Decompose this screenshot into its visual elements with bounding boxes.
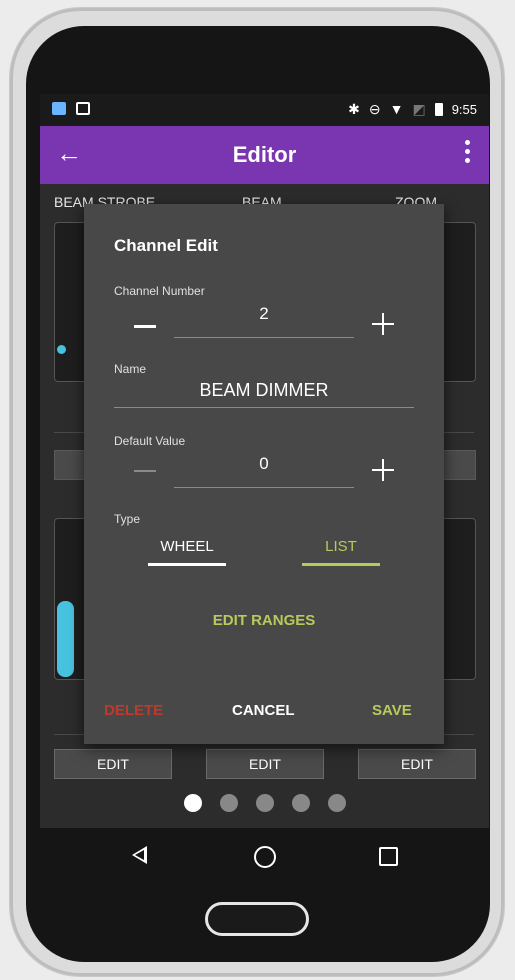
home-icon[interactable] [254, 846, 276, 868]
bluetooth-icon: ✱ [348, 101, 360, 117]
page-dot-active[interactable] [183, 794, 202, 812]
plus-icon[interactable] [372, 459, 394, 481]
no-sim-icon: ◩ [412, 101, 426, 117]
minus-icon[interactable] [134, 470, 156, 472]
edit-button[interactable]: EDIT [206, 749, 324, 779]
slider-zoom-2[interactable] [440, 518, 476, 680]
status-bar: ✱ ⊖ ▼ ◩ 9:55 [40, 94, 489, 126]
edit-button-hidden[interactable] [440, 450, 476, 480]
edit-button[interactable]: EDIT [54, 749, 172, 779]
name-field[interactable]: BEAM DIMMER [114, 380, 414, 401]
default-value-underline [174, 487, 354, 488]
page-dot[interactable] [327, 794, 346, 812]
page-title: Editor [232, 142, 297, 167]
delete-button[interactable]: DELETE [104, 702, 163, 719]
image-icon [76, 102, 90, 115]
channel-number-label: Channel Number [114, 284, 205, 298]
type-list-indicator [302, 563, 380, 566]
name-underline [114, 407, 414, 408]
name-label: Name [114, 362, 147, 376]
plus-icon[interactable] [372, 313, 394, 335]
more-vert-icon[interactable] [465, 140, 471, 167]
minus-icon[interactable] [134, 325, 156, 328]
channel-edit-dialog: Channel Edit Channel Number 2 Name BEAM … [84, 204, 444, 744]
physical-home-button[interactable] [205, 902, 309, 936]
slider-handle[interactable] [57, 601, 74, 677]
type-wheel-indicator [148, 563, 226, 566]
page-dot[interactable] [291, 794, 310, 812]
slider-handle[interactable] [57, 345, 66, 354]
slider-zoom[interactable] [440, 222, 476, 382]
page-dot[interactable] [219, 794, 238, 812]
page-dot[interactable] [255, 794, 274, 812]
default-value-field[interactable]: 0 [174, 454, 354, 474]
type-label: Type [114, 512, 141, 526]
type-option-list[interactable]: LIST [302, 538, 380, 555]
cancel-button[interactable]: CANCEL [232, 702, 295, 719]
recents-icon[interactable] [379, 847, 398, 866]
page-indicator [40, 794, 489, 812]
channel-number-underline [174, 337, 354, 338]
wifi-icon: ▼ [389, 101, 404, 117]
do-not-disturb-icon: ⊖ [368, 101, 381, 117]
default-value-label: Default Value [114, 434, 186, 448]
save-button[interactable]: SAVE [372, 702, 412, 719]
battery-icon [434, 102, 443, 116]
back-icon[interactable] [132, 846, 147, 864]
type-option-wheel[interactable]: WHEEL [148, 538, 226, 555]
edit-ranges-button[interactable]: EDIT RANGES [84, 612, 444, 629]
channel-number-field[interactable]: 2 [174, 304, 354, 324]
status-time: 9:55 [451, 101, 477, 117]
navigation-bar [40, 828, 489, 884]
dialog-title: Channel Edit [114, 236, 218, 255]
app-notification-icon [52, 102, 66, 115]
screen: ✱ ⊖ ▼ ◩ 9:55 ← Editor BEAM STROBE BEAM Z… [40, 94, 489, 828]
app-bar: ← Editor [40, 126, 489, 184]
edit-button[interactable]: EDIT [358, 749, 476, 779]
